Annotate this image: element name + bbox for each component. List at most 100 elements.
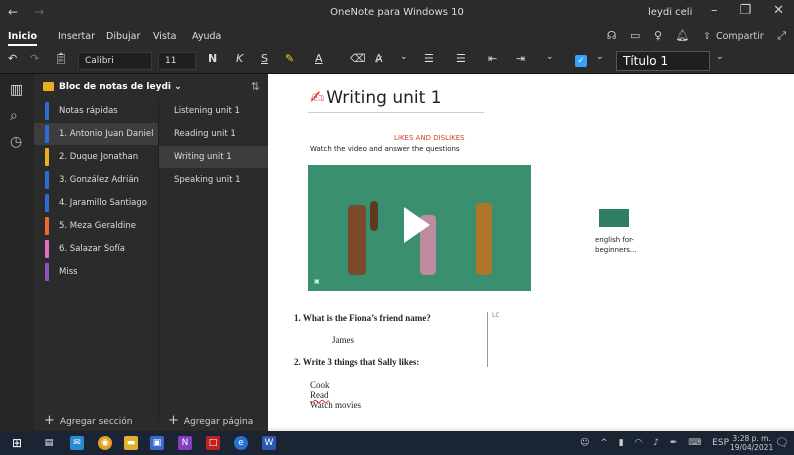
user-name[interactable]: leydi celi xyxy=(648,7,692,18)
page-item[interactable]: Writing unit 1 xyxy=(159,146,269,168)
plus-icon: + xyxy=(44,413,55,428)
section-item[interactable]: 1. Antonio Juan Daniel xyxy=(34,123,158,145)
instruction-text: Watch the video and answer the questions xyxy=(310,145,460,153)
page-title[interactable]: ✍ Writing unit 1 xyxy=(310,88,442,108)
font-name-select[interactable]: Calibri xyxy=(78,52,152,70)
section-item[interactable]: 3. González Adrián xyxy=(34,169,158,191)
outdent-icon[interactable]: ⇤ xyxy=(488,52,497,65)
sticky-notes-icon[interactable]: ▭ xyxy=(630,29,640,42)
chevron-down-icon[interactable]: ⌄ xyxy=(546,52,554,62)
menu-dibujar[interactable]: Dibujar xyxy=(106,31,140,42)
bullets-icon[interactable]: ☰ xyxy=(424,52,434,65)
share-label: Compartir xyxy=(715,31,764,42)
section-item[interactable]: Miss xyxy=(34,261,158,283)
section-item[interactable]: 4. Jaramillo Santiago xyxy=(34,192,158,214)
bell-icon[interactable]: 🔔︎ xyxy=(676,29,690,42)
todo-checkbox-icon[interactable]: ✓ xyxy=(575,55,587,67)
mic-icon[interactable]: ☊ xyxy=(607,29,617,42)
lightbulb-icon[interactable]: ♀ xyxy=(654,29,662,42)
video-logo-icon: ▣ xyxy=(314,278,320,285)
underline-button[interactable]: S xyxy=(261,52,268,65)
title-bar: ← → OneNote para Windows 10 leydi celi – ❐… xyxy=(0,0,794,26)
answer-2-list: Cook Read Watch movies xyxy=(310,380,361,410)
keyboard-icon[interactable]: ⌨ xyxy=(688,438,701,448)
onenote-icon[interactable]: N xyxy=(178,436,192,450)
word-icon[interactable]: W xyxy=(262,436,276,450)
font-size-select[interactable]: 11 xyxy=(158,52,196,70)
section-item[interactable]: 2. Duque Jonathan xyxy=(34,146,158,168)
people-icon[interactable]: ☺ xyxy=(580,438,589,448)
italic-button[interactable]: K xyxy=(236,52,243,65)
battery-icon[interactable]: ▮ xyxy=(619,438,624,448)
minimize-icon[interactable]: – xyxy=(711,3,718,18)
windows-start-icon[interactable]: ⊞ xyxy=(10,436,24,450)
file-explorer-icon[interactable]: ▬ xyxy=(124,436,138,450)
redo-icon[interactable]: ↷ xyxy=(30,52,39,65)
notebook-header[interactable]: Bloc de notas de leydi ⌄ ⇅ xyxy=(34,74,268,100)
edge-icon[interactable]: e xyxy=(234,436,248,450)
section-color-tab xyxy=(45,125,49,143)
notification-icon[interactable]: 🗨︎ xyxy=(775,436,789,449)
section-list: Notas rápidas 1. Antonio Juan Daniel 2. … xyxy=(34,100,158,420)
clipboard-icon[interactable]: 📋︎ xyxy=(54,52,68,65)
menu-inicio[interactable]: Inicio xyxy=(8,31,37,46)
recent-icon[interactable]: ◷ xyxy=(10,134,22,150)
close-icon[interactable]: ✕ xyxy=(773,3,784,18)
left-rail: ▥ ⌕ ◷ xyxy=(0,74,34,431)
store-icon[interactable]: ▣ xyxy=(150,436,164,450)
undo-icon[interactable]: ↶ xyxy=(8,52,17,65)
page-item[interactable]: Speaking unit 1 xyxy=(159,169,269,191)
page-canvas[interactable]: ✍ Writing unit 1 LIKES AND DISLIKES Watch… xyxy=(268,74,794,431)
wifi-icon[interactable]: ◠ xyxy=(635,438,643,448)
numbering-icon[interactable]: ☰ xyxy=(456,52,466,65)
bold-button[interactable]: N xyxy=(208,52,217,65)
notebooks-icon[interactable]: ▥ xyxy=(10,82,23,98)
clock-time: 3:28 p. m. xyxy=(732,434,771,443)
menu-ayuda[interactable]: Ayuda xyxy=(192,31,221,42)
chevron-up-icon[interactable]: ^ xyxy=(600,438,608,448)
divider xyxy=(487,312,488,367)
video-thumbnail[interactable] xyxy=(599,209,629,227)
eraser-icon[interactable]: ⌫ xyxy=(350,52,366,65)
clock[interactable]: 3:28 p. m. 19/04/2021 xyxy=(730,434,773,452)
app-icon[interactable]: □ xyxy=(206,436,220,450)
notebook-icon xyxy=(43,82,54,91)
add-page-button[interactable]: + Agregar página xyxy=(168,413,253,428)
video-embed[interactable]: ▣ xyxy=(308,165,531,291)
share-button[interactable]: ⇪ Compartir xyxy=(703,31,764,42)
highlight-icon[interactable]: ✎ xyxy=(285,52,294,65)
mail-icon[interactable]: ✉ xyxy=(70,436,84,450)
expand-icon[interactable]: ⤢ xyxy=(777,29,786,42)
language-indicator[interactable]: ESP xyxy=(712,438,729,448)
add-section-button[interactable]: + Agregar sección xyxy=(44,413,132,428)
section-item[interactable]: 5. Meza Geraldine xyxy=(34,215,158,237)
sort-icon[interactable]: ⇅ xyxy=(251,80,260,93)
section-item[interactable]: 6. Salazar Sofía xyxy=(34,238,158,260)
page-item[interactable]: Listening unit 1 xyxy=(159,100,269,122)
pencil-icon: ✍ xyxy=(310,88,325,108)
answer-1: James xyxy=(332,335,354,345)
page-item[interactable]: Reading unit 1 xyxy=(159,123,269,145)
chevron-down-icon[interactable]: ⌄ xyxy=(596,52,604,62)
notebook-name: Bloc de notas de leydi ⌄ xyxy=(59,82,182,92)
font-color-icon[interactable]: A xyxy=(315,52,323,65)
play-icon[interactable] xyxy=(404,207,430,243)
clear-format-icon[interactable]: A̷ xyxy=(375,52,383,65)
style-select[interactable]: Título 1 xyxy=(616,51,710,71)
chevron-down-icon[interactable]: ⌄ xyxy=(716,52,724,62)
windows-taskbar: ⊞ ▤ ✉ ◉ ▬ ▣ N □ e W ☺ ^ ▮ ◠ ♪ ✒ ⌨ ESP 3:… xyxy=(0,431,794,455)
indent-icon[interactable]: ⇥ xyxy=(516,52,525,65)
menu-insertar[interactable]: Insertar xyxy=(58,31,95,42)
video-character xyxy=(348,205,366,275)
task-view-icon[interactable]: ▤ xyxy=(42,436,56,450)
volume-icon[interactable]: ♪ xyxy=(653,438,659,448)
restore-icon[interactable]: ❐ xyxy=(739,3,751,18)
question-1: 1. What is the Fiona’s friend name? xyxy=(294,313,431,323)
pen-icon[interactable]: ✒ xyxy=(670,438,678,448)
chrome-icon[interactable]: ◉ xyxy=(98,436,112,450)
video-character xyxy=(476,203,492,275)
search-icon[interactable]: ⌕ xyxy=(10,108,18,124)
chevron-down-icon[interactable]: ⌄ xyxy=(400,52,408,62)
section-item[interactable]: Notas rápidas xyxy=(34,100,158,122)
menu-vista[interactable]: Vista xyxy=(153,31,176,42)
